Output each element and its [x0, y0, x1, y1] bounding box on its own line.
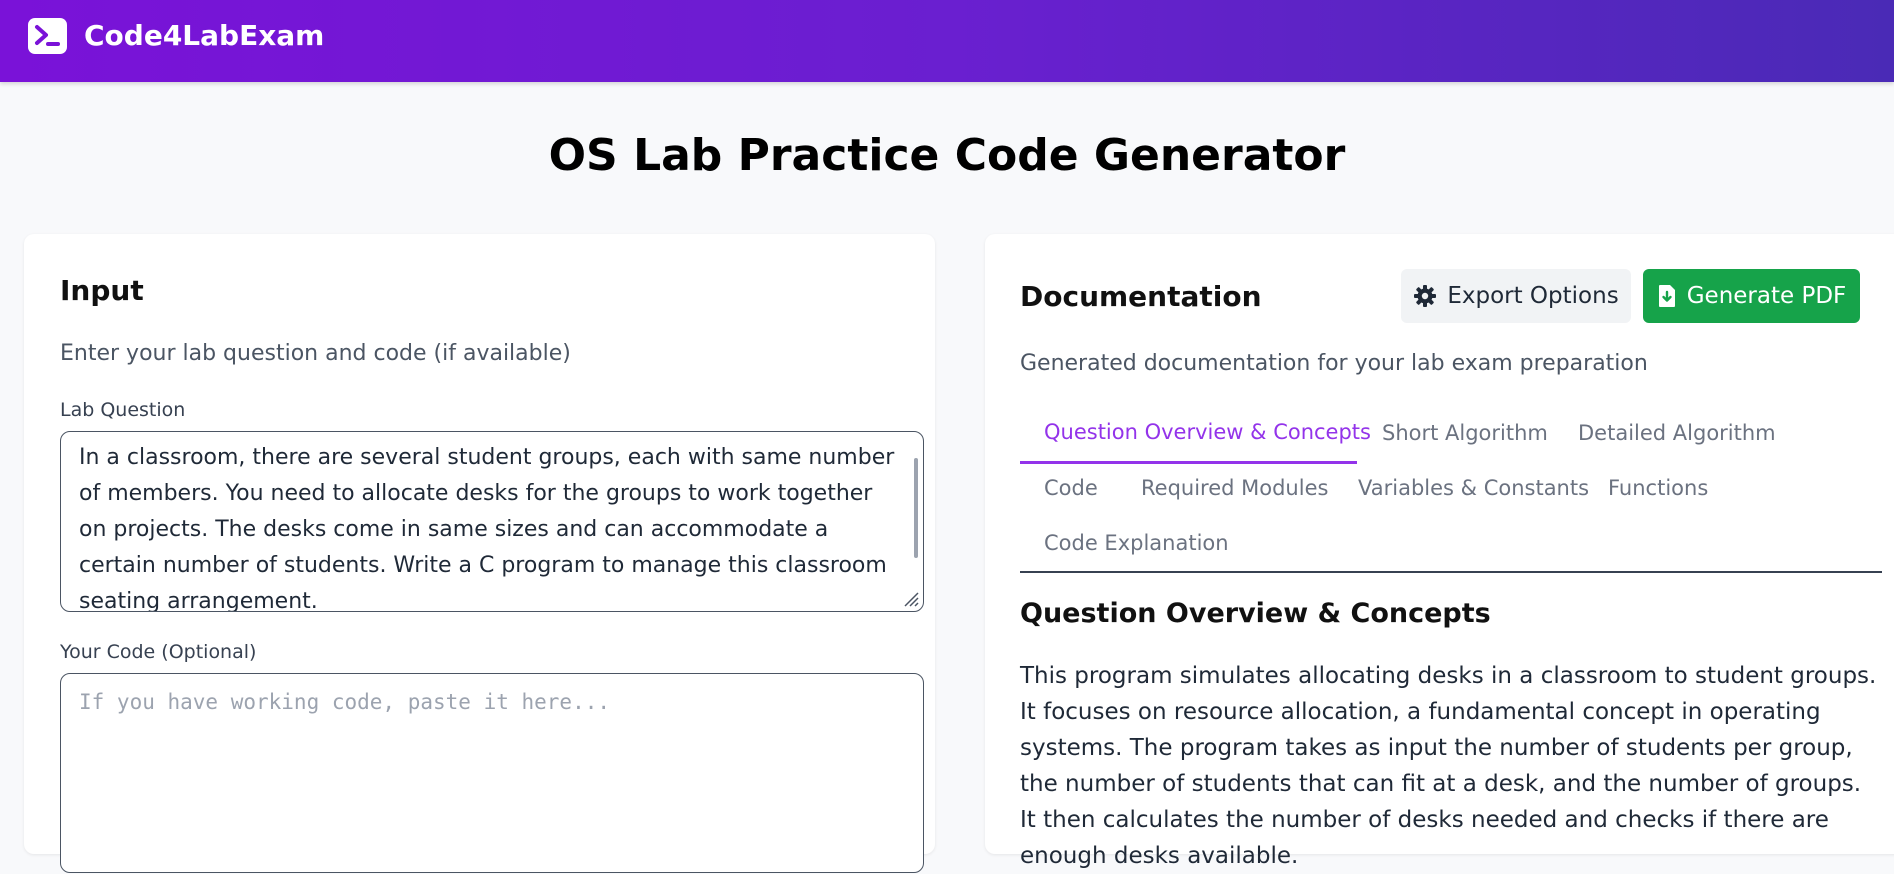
- terminal-icon[interactable]: [28, 18, 67, 54]
- tab-required-modules[interactable]: Required Modules: [1141, 473, 1328, 503]
- generate-pdf-button[interactable]: Generate PDF: [1643, 269, 1860, 323]
- section-text: This program simulates allocating desks …: [1020, 663, 1877, 869]
- tab-functions[interactable]: Functions: [1608, 473, 1708, 503]
- lab-question-label: Lab Question: [60, 399, 186, 421]
- page-title: OS Lab Practice Code Generator: [548, 130, 1346, 181]
- tab-variables-constants[interactable]: Variables & Constants: [1358, 473, 1589, 503]
- app-header: Code4LabExam: [0, 0, 1894, 82]
- code-textarea[interactable]: If you have working code, paste it here.…: [60, 673, 924, 873]
- app-name[interactable]: Code4LabExam: [84, 18, 324, 54]
- input-title: Input: [60, 274, 144, 307]
- documentation-card: Documentation Export Options Generate PD…: [985, 234, 1894, 869]
- documentation-title: Documentation: [1020, 280, 1262, 313]
- export-options-button[interactable]: Export Options: [1401, 269, 1631, 323]
- gear-icon: [1414, 285, 1437, 307]
- generate-pdf-label: Generate PDF: [1686, 283, 1847, 309]
- input-subtitle: Enter your lab question and code (if ava…: [60, 341, 571, 366]
- textarea-scrollbar[interactable]: [914, 458, 918, 558]
- code-placeholder: If you have working code, paste it here.…: [79, 690, 611, 714]
- tab-short-algorithm[interactable]: Short Algorithm: [1382, 418, 1548, 448]
- active-tab-indicator: [1020, 461, 1357, 464]
- tab-code[interactable]: Code: [1044, 473, 1098, 503]
- tab-question-overview[interactable]: Question Overview & Concepts: [1044, 417, 1371, 447]
- file-download-icon: [1658, 285, 1675, 307]
- tab-code-explanation[interactable]: Code Explanation: [1044, 528, 1229, 558]
- lab-question-textarea[interactable]: In a classroom, there are several studen…: [60, 431, 924, 612]
- resize-handle-icon[interactable]: [902, 590, 920, 608]
- input-card: Input Enter your lab question and code (…: [24, 234, 935, 873]
- export-options-label: Export Options: [1447, 283, 1619, 309]
- code-label: Your Code (Optional): [60, 641, 257, 663]
- documentation-subtitle: Generated documentation for your lab exa…: [1020, 351, 1648, 376]
- tab-detailed-algorithm[interactable]: Detailed Algorithm: [1578, 418, 1776, 448]
- lab-question-text: In a classroom, there are several studen…: [79, 445, 895, 612]
- section-title: Question Overview & Concepts: [1020, 598, 1491, 629]
- tabs-divider: [1020, 571, 1882, 573]
